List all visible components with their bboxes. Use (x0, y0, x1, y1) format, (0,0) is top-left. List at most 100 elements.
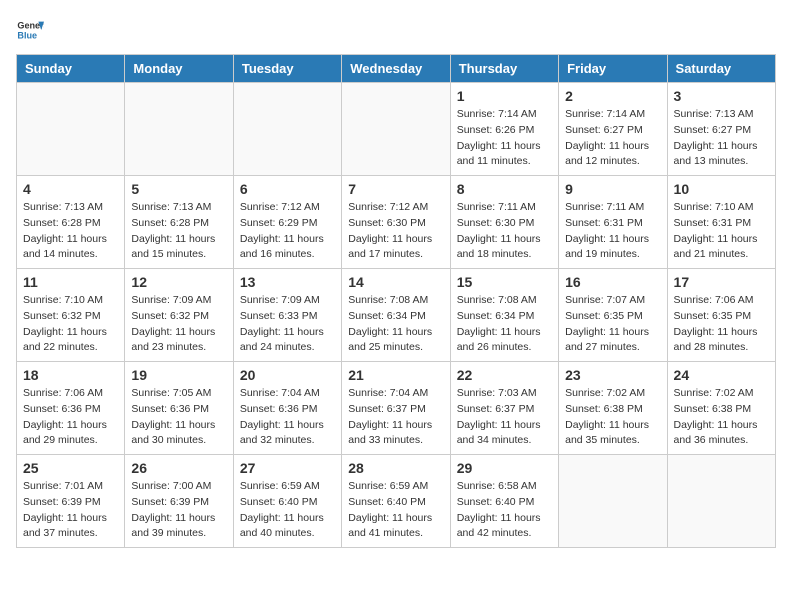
day-number: 29 (457, 460, 552, 476)
calendar-cell (559, 455, 667, 548)
day-info: Sunrise: 7:06 AMSunset: 6:35 PMDaylight:… (674, 293, 769, 356)
day-number: 27 (240, 460, 335, 476)
day-number: 23 (565, 367, 660, 383)
day-number: 21 (348, 367, 443, 383)
day-info: Sunrise: 7:12 AMSunset: 6:30 PMDaylight:… (348, 200, 443, 263)
day-info: Sunrise: 7:11 AMSunset: 6:31 PMDaylight:… (565, 200, 660, 263)
calendar-cell: 22 Sunrise: 7:03 AMSunset: 6:37 PMDayligh… (450, 362, 558, 455)
calendar-cell: 16 Sunrise: 7:07 AMSunset: 6:35 PMDayligh… (559, 269, 667, 362)
calendar-cell (125, 83, 233, 176)
calendar-cell: 11 Sunrise: 7:10 AMSunset: 6:32 PMDayligh… (17, 269, 125, 362)
day-info: Sunrise: 7:02 AMSunset: 6:38 PMDaylight:… (565, 386, 660, 449)
calendar-cell (342, 83, 450, 176)
calendar-cell: 12 Sunrise: 7:09 AMSunset: 6:32 PMDayligh… (125, 269, 233, 362)
day-number: 20 (240, 367, 335, 383)
day-number: 18 (23, 367, 118, 383)
day-header-wednesday: Wednesday (342, 55, 450, 83)
day-info: Sunrise: 7:06 AMSunset: 6:36 PMDaylight:… (23, 386, 118, 449)
day-info: Sunrise: 7:14 AMSunset: 6:26 PMDaylight:… (457, 107, 552, 170)
day-number: 15 (457, 274, 552, 290)
day-number: 4 (23, 181, 118, 197)
day-number: 28 (348, 460, 443, 476)
calendar-cell: 8 Sunrise: 7:11 AMSunset: 6:30 PMDaylight… (450, 176, 558, 269)
day-info: Sunrise: 7:10 AMSunset: 6:31 PMDaylight:… (674, 200, 769, 263)
calendar-cell: 17 Sunrise: 7:06 AMSunset: 6:35 PMDayligh… (667, 269, 775, 362)
day-number: 9 (565, 181, 660, 197)
calendar-cell: 25 Sunrise: 7:01 AMSunset: 6:39 PMDayligh… (17, 455, 125, 548)
day-info: Sunrise: 7:05 AMSunset: 6:36 PMDaylight:… (131, 386, 226, 449)
calendar-cell: 18 Sunrise: 7:06 AMSunset: 6:36 PMDayligh… (17, 362, 125, 455)
day-info: Sunrise: 7:12 AMSunset: 6:29 PMDaylight:… (240, 200, 335, 263)
calendar-cell: 24Sunrise: 7:02 AMSunset: 6:38 PMDayligh… (667, 362, 775, 455)
day-number: 17 (674, 274, 769, 290)
day-number: 25 (23, 460, 118, 476)
day-number: 2 (565, 88, 660, 104)
calendar-cell: 20 Sunrise: 7:04 AMSunset: 6:36 PMDayligh… (233, 362, 341, 455)
svg-text:Blue: Blue (17, 30, 37, 40)
day-number: 6 (240, 181, 335, 197)
day-info: Sunrise: 7:13 AMSunset: 6:28 PMDaylight:… (131, 200, 226, 263)
day-info: Sunrise: 6:59 AMSunset: 6:40 PMDaylight:… (240, 479, 335, 542)
week-row-2: 4 Sunrise: 7:13 AMSunset: 6:28 PMDaylight… (17, 176, 776, 269)
calendar-cell: 19 Sunrise: 7:05 AMSunset: 6:36 PMDayligh… (125, 362, 233, 455)
day-info: Sunrise: 6:59 AMSunset: 6:40 PMDaylight:… (348, 479, 443, 542)
day-number: 19 (131, 367, 226, 383)
calendar-cell (17, 83, 125, 176)
day-info: Sunrise: 7:08 AMSunset: 6:34 PMDaylight:… (348, 293, 443, 356)
calendar-cell: 14 Sunrise: 7:08 AMSunset: 6:34 PMDayligh… (342, 269, 450, 362)
week-row-5: 25 Sunrise: 7:01 AMSunset: 6:39 PMDayligh… (17, 455, 776, 548)
day-info: Sunrise: 6:58 AMSunset: 6:40 PMDaylight:… (457, 479, 552, 542)
day-number: 26 (131, 460, 226, 476)
day-header-sunday: Sunday (17, 55, 125, 83)
day-number: 24 (674, 367, 769, 383)
calendar-cell: 2 Sunrise: 7:14 AMSunset: 6:27 PMDaylight… (559, 83, 667, 176)
day-info: Sunrise: 7:01 AMSunset: 6:39 PMDaylight:… (23, 479, 118, 542)
day-info: Sunrise: 7:13 AMSunset: 6:28 PMDaylight:… (23, 200, 118, 263)
day-info: Sunrise: 7:04 AMSunset: 6:37 PMDaylight:… (348, 386, 443, 449)
calendar-cell: 23 Sunrise: 7:02 AMSunset: 6:38 PMDayligh… (559, 362, 667, 455)
calendar-cell: 26 Sunrise: 7:00 AMSunset: 6:39 PMDayligh… (125, 455, 233, 548)
calendar-cell: 27 Sunrise: 6:59 AMSunset: 6:40 PMDayligh… (233, 455, 341, 548)
logo: General Blue (16, 16, 48, 44)
day-info: Sunrise: 7:03 AMSunset: 6:37 PMDaylight:… (457, 386, 552, 449)
day-info: Sunrise: 7:04 AMSunset: 6:36 PMDaylight:… (240, 386, 335, 449)
week-row-1: 1 Sunrise: 7:14 AMSunset: 6:26 PMDaylight… (17, 83, 776, 176)
day-number: 22 (457, 367, 552, 383)
calendar-cell: 29 Sunrise: 6:58 AMSunset: 6:40 PMDayligh… (450, 455, 558, 548)
day-header-thursday: Thursday (450, 55, 558, 83)
day-number: 12 (131, 274, 226, 290)
week-row-4: 18 Sunrise: 7:06 AMSunset: 6:36 PMDayligh… (17, 362, 776, 455)
day-number: 14 (348, 274, 443, 290)
day-number: 13 (240, 274, 335, 290)
header: General Blue (16, 16, 776, 44)
day-number: 11 (23, 274, 118, 290)
calendar-cell: 9 Sunrise: 7:11 AMSunset: 6:31 PMDaylight… (559, 176, 667, 269)
day-header-friday: Friday (559, 55, 667, 83)
day-header-monday: Monday (125, 55, 233, 83)
day-info: Sunrise: 7:10 AMSunset: 6:32 PMDaylight:… (23, 293, 118, 356)
week-row-3: 11 Sunrise: 7:10 AMSunset: 6:32 PMDayligh… (17, 269, 776, 362)
calendar-cell: 15 Sunrise: 7:08 AMSunset: 6:34 PMDayligh… (450, 269, 558, 362)
day-info: Sunrise: 7:09 AMSunset: 6:32 PMDaylight:… (131, 293, 226, 356)
day-number: 16 (565, 274, 660, 290)
day-info: Sunrise: 7:13 AMSunset: 6:27 PMDaylight:… (674, 107, 769, 170)
calendar-cell: 6 Sunrise: 7:12 AMSunset: 6:29 PMDaylight… (233, 176, 341, 269)
day-number: 8 (457, 181, 552, 197)
day-header-row: SundayMondayTuesdayWednesdayThursdayFrid… (17, 55, 776, 83)
day-number: 7 (348, 181, 443, 197)
day-info: Sunrise: 7:08 AMSunset: 6:34 PMDaylight:… (457, 293, 552, 356)
day-info: Sunrise: 7:09 AMSunset: 6:33 PMDaylight:… (240, 293, 335, 356)
day-number: 3 (674, 88, 769, 104)
day-number: 1 (457, 88, 552, 104)
day-info: Sunrise: 7:14 AMSunset: 6:27 PMDaylight:… (565, 107, 660, 170)
logo-icon: General Blue (16, 16, 44, 44)
calendar-cell: 10Sunrise: 7:10 AMSunset: 6:31 PMDayligh… (667, 176, 775, 269)
day-number: 5 (131, 181, 226, 197)
calendar-cell: 21 Sunrise: 7:04 AMSunset: 6:37 PMDayligh… (342, 362, 450, 455)
calendar-cell: 13 Sunrise: 7:09 AMSunset: 6:33 PMDayligh… (233, 269, 341, 362)
day-header-saturday: Saturday (667, 55, 775, 83)
day-header-tuesday: Tuesday (233, 55, 341, 83)
day-info: Sunrise: 7:11 AMSunset: 6:30 PMDaylight:… (457, 200, 552, 263)
day-info: Sunrise: 7:07 AMSunset: 6:35 PMDaylight:… (565, 293, 660, 356)
day-info: Sunrise: 7:00 AMSunset: 6:39 PMDaylight:… (131, 479, 226, 542)
